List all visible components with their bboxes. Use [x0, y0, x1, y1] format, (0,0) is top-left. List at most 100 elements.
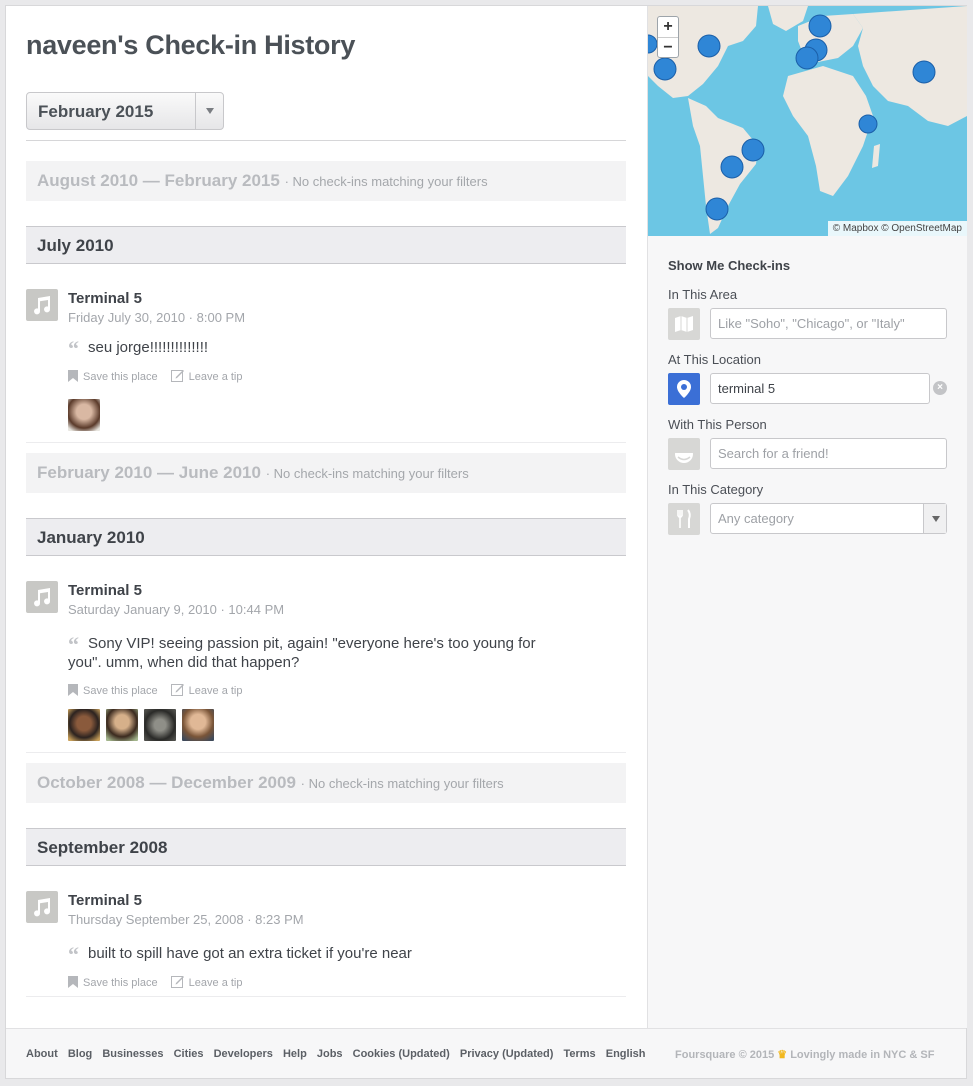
leave-tip-label: Leave a tip	[188, 685, 243, 697]
category-label: In This Category	[668, 482, 764, 497]
footer-link-blog[interactable]: Blog	[68, 1048, 92, 1060]
footer-link-businesses[interactable]: Businesses	[102, 1048, 163, 1060]
music-venue-icon[interactable]	[26, 289, 58, 321]
divider	[26, 752, 626, 753]
save-place-button[interactable]: Save this place	[68, 684, 158, 699]
area-input[interactable]	[710, 308, 947, 339]
empty-range-dates: October 2008 — December 2009	[37, 773, 296, 792]
location-label: At This Location	[668, 352, 761, 367]
month-header-label: September 2008	[37, 838, 168, 857]
leave-tip-label: Leave a tip	[188, 977, 243, 989]
zoom-in-button[interactable]: +	[658, 17, 678, 37]
edit-icon	[170, 369, 184, 385]
chevron-down-icon	[206, 108, 214, 114]
history-main: naveen's Check-in History February 2015 …	[6, 6, 647, 1028]
save-place-button[interactable]: Save this place	[68, 976, 158, 991]
chevron-down-icon	[932, 516, 940, 522]
music-venue-icon[interactable]	[26, 891, 58, 923]
empty-range-dates: August 2010 — February 2015	[37, 171, 280, 190]
month-select-value: February 2015	[38, 102, 154, 121]
month-select[interactable]: February 2015	[26, 92, 224, 130]
music-venue-icon[interactable]	[26, 581, 58, 613]
month-header: September 2008	[26, 828, 626, 866]
friends-list	[68, 399, 106, 431]
empty-range: February 2010 — June 2010 · No check-ins…	[26, 453, 626, 493]
venue-name[interactable]: Terminal 5	[68, 290, 142, 307]
save-place-label: Save this place	[83, 685, 158, 697]
venue-name[interactable]: Terminal 5	[68, 582, 142, 599]
footer-link-about[interactable]: About	[26, 1048, 58, 1060]
person-label: With This Person	[668, 417, 767, 432]
checkin-time[interactable]: Friday July 30, 2010 · 8:00 PM	[68, 310, 245, 325]
month-select-toggle[interactable]	[195, 93, 223, 129]
divider	[26, 140, 626, 141]
edit-icon	[170, 975, 184, 991]
category-select[interactable]: Any category	[710, 503, 947, 534]
category-select-value: Any category	[718, 511, 794, 526]
friend-face-icon	[668, 438, 700, 470]
site-footer: About Blog Businesses Cities Developers …	[6, 1028, 966, 1078]
footer-link-terms[interactable]: Terms	[563, 1048, 595, 1060]
location-input[interactable]	[710, 373, 930, 404]
friend-avatar[interactable]	[182, 709, 214, 741]
divider	[26, 442, 626, 443]
bookmark-icon	[68, 976, 78, 991]
map-zoom-control: + −	[657, 16, 679, 58]
world-map	[648, 6, 967, 234]
footer-link-jobs[interactable]: Jobs	[317, 1048, 343, 1060]
bookmark-icon	[68, 370, 78, 385]
friends-list	[68, 709, 220, 741]
quote-icon: “	[68, 942, 79, 967]
friend-avatar[interactable]	[106, 709, 138, 741]
footer-link-developers[interactable]: Developers	[214, 1048, 273, 1060]
empty-range-note: · No check-ins matching your filters	[265, 466, 469, 481]
footer-link-cookies[interactable]: Cookies (Updated)	[353, 1048, 450, 1060]
footer-link-help[interactable]: Help	[283, 1048, 307, 1060]
person-input[interactable]	[710, 438, 947, 469]
map-attribution[interactable]: © Mapbox © OpenStreetMap	[827, 221, 967, 236]
quote-icon: “	[68, 632, 79, 657]
checkin-item: Terminal 5 Thursday September 25, 2008 ·…	[26, 891, 626, 991]
empty-range-note: · No check-ins matching your filters	[284, 174, 488, 189]
quote-icon: “	[68, 336, 79, 361]
footer-language-selector[interactable]: English	[606, 1048, 646, 1060]
copyright-text: Foursquare © 2015	[675, 1049, 775, 1061]
checkin-item: Terminal 5 Friday July 30, 2010 · 8:00 P…	[26, 289, 626, 431]
leave-tip-button[interactable]: Leave a tip	[170, 369, 243, 385]
leave-tip-button[interactable]: Leave a tip	[170, 975, 243, 991]
month-header: July 2010	[26, 226, 626, 264]
footer-link-privacy[interactable]: Privacy (Updated)	[460, 1048, 554, 1060]
map-icon	[668, 308, 700, 340]
checkin-map[interactable]: + − © Mapbox © OpenStreetMap	[648, 6, 967, 236]
checkin-time[interactable]: Saturday January 9, 2010 · 10:44 PM	[68, 602, 284, 617]
checkin-shout: built to spill have got an extra ticket …	[88, 945, 412, 962]
footer-copyright: Foursquare © 2015 ♛ Lovingly made in NYC…	[675, 1048, 934, 1061]
venue-name[interactable]: Terminal 5	[68, 892, 142, 909]
checkin-shout: Sony VIP! seeing passion pit, again! "ev…	[68, 635, 536, 671]
checkin-shout: seu jorge!!!!!!!!!!!!!!	[88, 339, 209, 356]
friend-avatar[interactable]	[68, 399, 100, 431]
empty-range: October 2008 — December 2009 · No check-…	[26, 763, 626, 803]
checkin-item: Terminal 5 Saturday January 9, 2010 · 10…	[26, 581, 626, 741]
leave-tip-label: Leave a tip	[188, 371, 243, 383]
save-place-button[interactable]: Save this place	[68, 370, 158, 385]
checkin-time[interactable]: Thursday September 25, 2008 · 8:23 PM	[68, 912, 304, 927]
leave-tip-button[interactable]: Leave a tip	[170, 683, 243, 699]
friend-avatar[interactable]	[68, 709, 100, 741]
filters-heading: Show Me Check-ins	[668, 258, 791, 273]
save-place-label: Save this place	[83, 371, 158, 383]
category-select-toggle[interactable]	[923, 504, 946, 533]
footer-tagline: Lovingly made in NYC & SF	[790, 1049, 935, 1061]
empty-range-dates: February 2010 — June 2010	[37, 463, 261, 482]
checkin-filters: Show Me Check-ins In This Area At This L…	[668, 258, 948, 535]
empty-range-note: · No check-ins matching your filters	[300, 776, 504, 791]
crown-icon: ♛	[777, 1049, 788, 1061]
edit-icon	[170, 683, 184, 699]
fork-knife-icon	[668, 503, 700, 535]
clear-location-icon[interactable]: ×	[933, 381, 947, 395]
area-label: In This Area	[668, 287, 738, 302]
zoom-out-button[interactable]: −	[658, 37, 678, 57]
friend-avatar[interactable]	[144, 709, 176, 741]
footer-link-cities[interactable]: Cities	[174, 1048, 204, 1060]
footer-links: About Blog Businesses Cities Developers …	[26, 1048, 652, 1060]
